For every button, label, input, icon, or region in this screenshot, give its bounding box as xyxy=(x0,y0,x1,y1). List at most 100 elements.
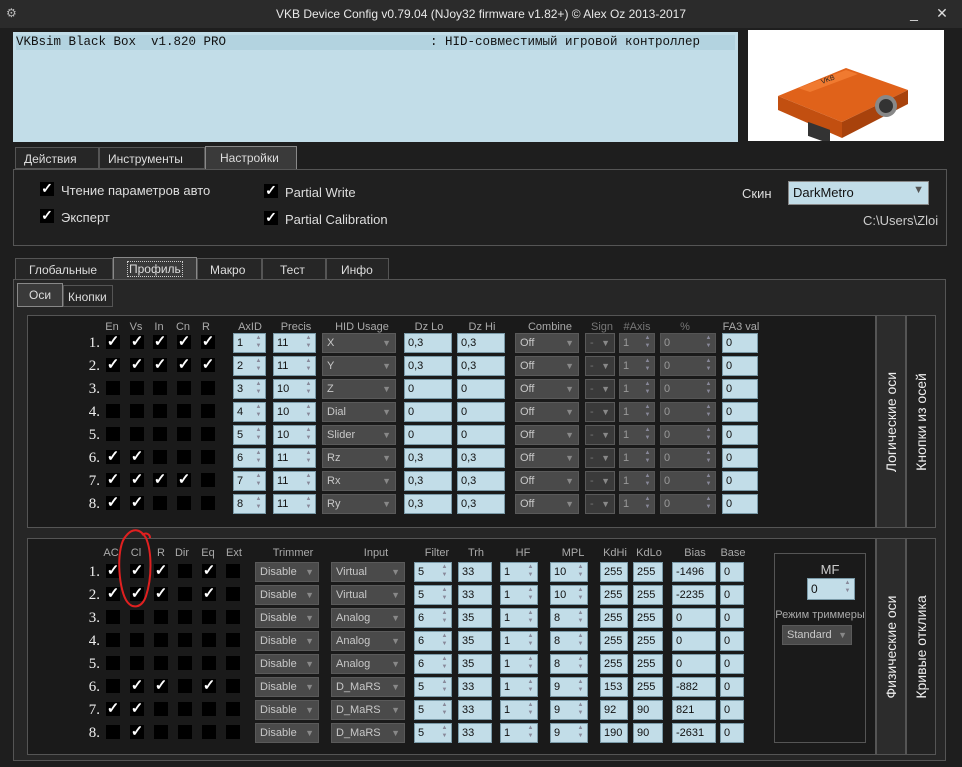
base-field[interactable]: 0 xyxy=(720,654,744,674)
mpl-stepper[interactable]: 8 ▲ ▼ xyxy=(550,654,588,674)
eq-checkbox[interactable] xyxy=(202,610,216,624)
tab-global[interactable]: Глобальные xyxy=(15,258,113,280)
ac-checkbox[interactable] xyxy=(106,610,120,624)
trh-field[interactable]: 33 xyxy=(458,585,492,605)
hf-stepper[interactable]: 1 ▲ ▼ xyxy=(500,608,538,628)
fa3-val-field[interactable]: 0 xyxy=(722,356,758,376)
en-checkbox[interactable]: ✓ xyxy=(106,334,120,349)
tab-test[interactable]: Тест xyxy=(262,258,326,280)
input-select[interactable]: D_MaRS ▼ xyxy=(331,700,405,720)
fa3-val-field[interactable]: 0 xyxy=(722,448,758,468)
eq-checkbox[interactable] xyxy=(202,702,216,716)
bias-field[interactable]: -2631 xyxy=(672,723,716,743)
device-list[interactable]: VKBsim Black Box v1.820 PRO: HID-совмест… xyxy=(13,32,738,142)
dz-hi-field[interactable]: 0,3 xyxy=(457,448,505,468)
kdhi-field[interactable]: 255 xyxy=(600,631,628,651)
dz-lo-field[interactable]: 0,3 xyxy=(404,356,452,376)
axid-stepper[interactable]: 8 ▲ ▼ xyxy=(233,494,266,514)
tab-axis-buttons[interactable]: Кнопки из осей xyxy=(906,315,936,528)
en-checkbox[interactable]: ✓ xyxy=(106,495,120,510)
ac-checkbox[interactable] xyxy=(106,725,120,739)
en-checkbox[interactable]: ✓ xyxy=(106,357,120,372)
trimmer-select[interactable]: Disable ▼ xyxy=(255,608,319,628)
base-field[interactable]: 0 xyxy=(720,700,744,720)
cl-checkbox[interactable]: ✓ xyxy=(130,678,144,693)
eq-checkbox[interactable] xyxy=(202,656,216,670)
base-field[interactable]: 0 xyxy=(720,723,744,743)
r-checkbox[interactable] xyxy=(154,610,168,624)
precis-stepper[interactable]: 10 ▲ ▼ xyxy=(273,379,316,399)
r-checkbox[interactable] xyxy=(201,427,215,441)
kdhi-field[interactable]: 153 xyxy=(600,677,628,697)
axid-stepper[interactable]: 6 ▲ ▼ xyxy=(233,448,266,468)
eq-checkbox[interactable] xyxy=(202,725,216,739)
mpl-stepper[interactable]: 9 ▲ ▼ xyxy=(550,677,588,697)
r-checkbox[interactable] xyxy=(154,656,168,670)
cn-checkbox[interactable] xyxy=(177,427,191,441)
combine-select[interactable]: Off ▼ xyxy=(515,425,579,445)
ext-checkbox[interactable] xyxy=(226,610,240,624)
expert-checkbox[interactable]: ✓ xyxy=(40,208,54,223)
tab-profile[interactable]: Профиль xyxy=(113,257,197,280)
bias-field[interactable]: 0 xyxy=(672,654,716,674)
kdhi-field[interactable]: 255 xyxy=(600,562,628,582)
cl-checkbox[interactable]: ✓ xyxy=(130,724,144,739)
fa3-val-field[interactable]: 0 xyxy=(722,471,758,491)
bias-field[interactable]: 821 xyxy=(672,700,716,720)
close-button[interactable]: ✕ xyxy=(929,2,955,24)
tab-logical-axes[interactable]: Логические оси xyxy=(876,315,906,528)
in-checkbox[interactable] xyxy=(153,404,167,418)
trh-field[interactable]: 33 xyxy=(458,562,492,582)
filter-stepper[interactable]: 5 ▲ ▼ xyxy=(414,677,452,697)
bias-field[interactable]: 0 xyxy=(672,631,716,651)
kdlo-field[interactable]: 255 xyxy=(633,654,663,674)
trimmer-select[interactable]: Disable ▼ xyxy=(255,631,319,651)
hf-stepper[interactable]: 1 ▲ ▼ xyxy=(500,654,538,674)
kdlo-field[interactable]: 90 xyxy=(633,700,663,720)
en-checkbox[interactable] xyxy=(106,427,120,441)
tab-buttons[interactable]: Кнопки xyxy=(63,285,113,307)
vs-checkbox[interactable]: ✓ xyxy=(130,495,144,510)
cl-checkbox[interactable]: ✓ xyxy=(130,701,144,716)
en-checkbox[interactable] xyxy=(106,404,120,418)
ext-checkbox[interactable] xyxy=(226,564,240,578)
r-checkbox[interactable] xyxy=(201,496,215,510)
vs-checkbox[interactable]: ✓ xyxy=(130,449,144,464)
dz-hi-field[interactable]: 0 xyxy=(457,379,505,399)
combine-select[interactable]: Off ▼ xyxy=(515,356,579,376)
vs-checkbox[interactable]: ✓ xyxy=(130,334,144,349)
dir-checkbox[interactable] xyxy=(178,633,192,647)
r-checkbox[interactable] xyxy=(201,450,215,464)
bias-field[interactable]: -1496 xyxy=(672,562,716,582)
kdhi-field[interactable]: 190 xyxy=(600,723,628,743)
kdhi-field[interactable]: 255 xyxy=(600,608,628,628)
dir-checkbox[interactable] xyxy=(178,610,192,624)
hf-stepper[interactable]: 1 ▲ ▼ xyxy=(500,631,538,651)
dz-hi-field[interactable]: 0,3 xyxy=(457,356,505,376)
vs-checkbox[interactable] xyxy=(130,404,144,418)
r-checkbox[interactable] xyxy=(154,633,168,647)
filter-stepper[interactable]: 5 ▲ ▼ xyxy=(414,562,452,582)
dz-hi-field[interactable]: 0,3 xyxy=(457,333,505,353)
dz-lo-field[interactable]: 0,3 xyxy=(404,333,452,353)
combine-select[interactable]: Off ▼ xyxy=(515,402,579,422)
hid-usage-select[interactable]: Ry ▼ xyxy=(322,494,396,514)
input-select[interactable]: Analog ▼ xyxy=(331,631,405,651)
eq-checkbox[interactable] xyxy=(202,633,216,647)
axid-stepper[interactable]: 4 ▲ ▼ xyxy=(233,402,266,422)
in-checkbox[interactable] xyxy=(153,427,167,441)
bias-field[interactable]: -882 xyxy=(672,677,716,697)
filter-stepper[interactable]: 6 ▲ ▼ xyxy=(414,631,452,651)
trimmer-select[interactable]: Disable ▼ xyxy=(255,700,319,720)
mpl-stepper[interactable]: 8 ▲ ▼ xyxy=(550,631,588,651)
in-checkbox[interactable]: ✓ xyxy=(153,472,167,487)
minimize-button[interactable]: _ xyxy=(901,2,927,24)
tab-settings[interactable]: Настройки xyxy=(205,146,297,170)
dz-hi-field[interactable]: 0 xyxy=(457,425,505,445)
kdlo-field[interactable]: 255 xyxy=(633,562,663,582)
kdlo-field[interactable]: 255 xyxy=(633,608,663,628)
input-select[interactable]: D_MaRS ▼ xyxy=(331,723,405,743)
partial-write-checkbox[interactable]: ✓ xyxy=(264,183,278,198)
in-checkbox[interactable] xyxy=(153,381,167,395)
ext-checkbox[interactable] xyxy=(226,679,240,693)
